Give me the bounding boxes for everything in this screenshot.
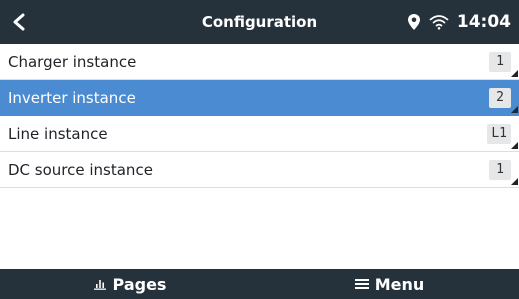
clock: 14:04	[456, 12, 511, 32]
settings-list: Charger instance 1 Inverter instance 2 L…	[0, 44, 519, 188]
list-item-label: DC source instance	[8, 161, 153, 179]
top-bar: Configuration 14:04	[0, 0, 519, 44]
edit-indicator-icon	[511, 142, 518, 149]
list-item-line-instance[interactable]: Line instance L1	[0, 116, 519, 152]
list-item-value: 2	[489, 88, 511, 108]
edit-indicator-icon	[511, 70, 518, 77]
list-item-label: Charger instance	[8, 53, 137, 71]
list-item-value: L1	[487, 124, 511, 144]
menu-button[interactable]: Menu	[260, 269, 519, 299]
bottom-bar: Pages Menu	[0, 269, 519, 299]
edit-indicator-icon	[511, 178, 518, 185]
pages-label: Pages	[112, 274, 167, 294]
edit-indicator-icon	[511, 106, 518, 113]
pages-button[interactable]: Pages	[0, 269, 259, 299]
chart-icon	[93, 280, 106, 290]
list-item-label: Line instance	[8, 125, 108, 143]
list-item-value: 1	[489, 160, 511, 180]
chevron-left-icon	[13, 13, 25, 31]
screen: Configuration 14:04 Charger instance 1 I…	[0, 0, 519, 299]
list-item-value: 1	[489, 52, 511, 72]
list-item-charger-instance[interactable]: Charger instance 1	[0, 44, 519, 80]
status-area: 14:04	[407, 0, 511, 44]
hamburger-menu-icon	[354, 279, 369, 289]
list-item-inverter-instance[interactable]: Inverter instance 2	[0, 80, 519, 116]
location-pin-icon	[407, 14, 420, 30]
back-button[interactable]	[6, 6, 32, 38]
list-item-label: Inverter instance	[8, 89, 136, 107]
wifi-icon	[429, 15, 449, 30]
list-item-dc-source-instance[interactable]: DC source instance 1	[0, 152, 519, 188]
menu-label: Menu	[374, 274, 425, 294]
